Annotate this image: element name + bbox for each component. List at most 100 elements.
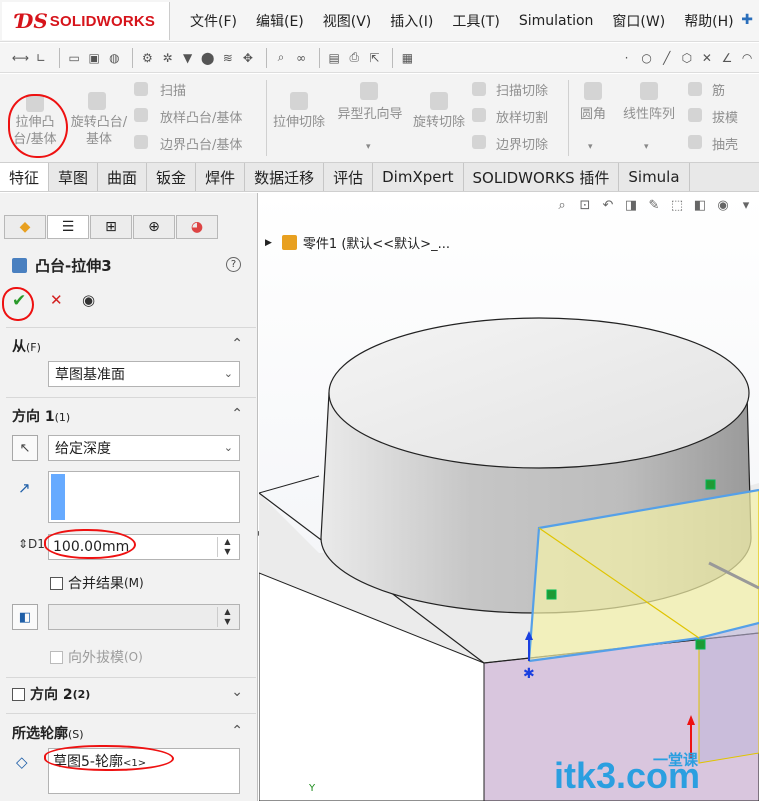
polygon-icon[interactable]: ⬡	[679, 49, 695, 66]
chevron-up-icon[interactable]: ⌃	[231, 336, 243, 352]
funnel-icon[interactable]: ▼	[180, 49, 196, 66]
menu-edit[interactable]: 编辑(E)	[256, 11, 304, 31]
reverse-direction-button[interactable]: ↖	[12, 435, 38, 461]
draft-button[interactable]: 拔模	[712, 107, 738, 126]
solidworks-logo[interactable]: ƊS SOLIDWORKS	[2, 2, 170, 40]
dynamic-annotation-icon[interactable]: ✎	[644, 198, 664, 216]
tab-sheet-metal[interactable]: 钣金	[147, 163, 197, 191]
eye-icon[interactable]: ◉	[82, 291, 95, 309]
tab-simulation[interactable]: Simula	[619, 163, 690, 191]
selected-contours-header[interactable]: 所选轮廓(S)	[12, 723, 84, 743]
chevron-down-icon[interactable]: ▾	[588, 142, 593, 152]
view-orientation-icon[interactable]: ⬚	[667, 198, 687, 216]
tab-surfaces[interactable]: 曲面	[98, 163, 148, 191]
property-manager-tab[interactable]: ☰	[47, 215, 89, 239]
chevron-up-icon[interactable]: ⌃	[231, 723, 243, 739]
sweep-cut-button[interactable]: 扫描切除	[496, 80, 548, 99]
menu-window[interactable]: 窗口(W)	[612, 11, 665, 31]
menu-simulation[interactable]: Simulation	[519, 13, 594, 29]
extrude-cut-button[interactable]: 拉伸切除	[272, 114, 326, 131]
weld-icon[interactable]: ✥	[240, 49, 256, 66]
model-viewport[interactable]: ✱ Y	[259, 193, 759, 801]
spinner-arrows[interactable]: ▲ ▼	[217, 537, 237, 557]
assembly-icon[interactable]: ▣	[86, 49, 102, 66]
from-section-header[interactable]: 从(F)	[12, 336, 41, 356]
trim-icon[interactable]: ✕	[699, 49, 715, 66]
cog-icon[interactable]: ✲	[159, 49, 175, 66]
expand-arrow-icon[interactable]: ▶	[265, 238, 272, 248]
draft-toggle-button[interactable]: ◧	[12, 604, 38, 630]
linear-pattern-button[interactable]: 线性阵列	[614, 106, 684, 123]
chevron-down-icon[interactable]: ▾	[644, 142, 649, 152]
monitor-icon[interactable]: ▭	[66, 49, 82, 66]
binoculars-icon[interactable]: ∞	[293, 49, 309, 66]
revolve-cut-button[interactable]: 旋转切除	[412, 114, 466, 131]
section-view-icon[interactable]: ◨	[621, 198, 641, 216]
arc-icon[interactable]: ◠	[739, 49, 755, 66]
end-condition-select[interactable]: 给定深度 ⌄	[48, 435, 240, 461]
angle-icon[interactable]: ∠	[719, 49, 735, 66]
spring-icon[interactable]: ≋	[220, 49, 236, 66]
print-icon[interactable]: ⎙	[346, 49, 362, 66]
feature-manager-tab[interactable]: ◆	[4, 215, 46, 239]
menu-view[interactable]: 视图(V)	[323, 11, 372, 31]
direction-reference-list[interactable]	[48, 471, 240, 523]
circle-icon[interactable]: ○	[639, 49, 655, 66]
boundary-cut-button[interactable]: 边界切除	[496, 134, 548, 153]
chevron-up-icon[interactable]: ⌃	[231, 406, 243, 422]
calculator-icon[interactable]: ▦	[399, 49, 415, 66]
draft-outward-checkbox[interactable]: 向外拔模 (O)	[50, 647, 143, 667]
menu-file[interactable]: 文件(F)	[190, 11, 237, 31]
chevron-down-icon[interactable]: ▾	[366, 142, 371, 152]
zoom-area-icon[interactable]: ⊡	[575, 198, 595, 216]
configuration-manager-tab[interactable]: ⊞	[90, 215, 132, 239]
tab-addins[interactable]: SOLIDWORKS 插件	[464, 163, 620, 191]
previous-view-icon[interactable]: ↶	[598, 198, 618, 216]
search-icon[interactable]: ⌕	[273, 49, 289, 66]
tab-evaluate[interactable]: 评估	[324, 163, 374, 191]
tab-features[interactable]: 特征	[0, 163, 50, 191]
line-icon[interactable]: ╱	[659, 49, 675, 66]
cancel-x-icon[interactable]: ✕	[50, 291, 63, 309]
hole-wizard-button[interactable]: 异型孔向导	[330, 106, 410, 123]
spinner-arrows[interactable]: ▲ ▼	[217, 607, 237, 627]
sketch-icon[interactable]: ∟	[33, 49, 49, 66]
pin-icon[interactable]: ✚	[741, 12, 753, 28]
point-icon[interactable]: ·	[618, 49, 634, 66]
tab-sketch[interactable]: 草图	[49, 163, 99, 191]
direction1-section-header[interactable]: 方向 1(1)	[12, 406, 70, 426]
menu-help[interactable]: 帮助(H)	[684, 11, 733, 31]
tab-dimxpert[interactable]: DimXpert	[373, 163, 464, 191]
menu-tools[interactable]: 工具(T)	[452, 11, 499, 31]
help-icon[interactable]: ?	[226, 257, 241, 272]
display-manager-tab[interactable]: ◕	[176, 215, 218, 239]
chevron-down-icon[interactable]: ▾	[736, 198, 756, 216]
fillet-button[interactable]: 圆角	[574, 106, 612, 123]
from-select[interactable]: 草图基准面 ⌄	[48, 361, 240, 387]
gear-icon[interactable]: ⚙	[139, 49, 155, 66]
graphics-area[interactable]: ✱ Y ⌕ ⊡ ↶ ◨ ✎ ⬚ ◧ ◉ ▾ ▶ 零件1 (默认<<默认>_...…	[259, 193, 759, 801]
hide-show-icon[interactable]: ◉	[713, 198, 733, 216]
location-icon[interactable]: ⬤	[200, 49, 216, 66]
display-style-icon[interactable]: ◧	[690, 198, 710, 216]
revolve-boss-button[interactable]: 旋转凸台/基体	[70, 114, 128, 148]
boundary-boss-button[interactable]: 边界凸台/基体	[160, 134, 242, 153]
menu-insert[interactable]: 插入(I)	[390, 11, 433, 31]
sweep-button[interactable]: 扫描	[160, 80, 186, 99]
shell-button[interactable]: 抽壳	[712, 134, 738, 153]
export-icon[interactable]: ⇱	[366, 49, 382, 66]
globe-icon[interactable]: ◍	[106, 49, 122, 66]
direction2-checkbox[interactable]: 方向 2 (2)	[12, 684, 90, 704]
tab-weldments[interactable]: 焊件	[196, 163, 246, 191]
merge-result-checkbox[interactable]: 合并结果 (M)	[50, 573, 144, 593]
loft-boss-button[interactable]: 放样凸台/基体	[160, 107, 242, 126]
rib-button[interactable]: 筋	[712, 80, 725, 99]
tab-data-migration[interactable]: 数据迁移	[245, 163, 325, 191]
zoom-to-fit-icon[interactable]: ⌕	[552, 198, 572, 216]
feature-tree-flyout[interactable]: ▶ 零件1 (默认<<默认>_...	[265, 233, 450, 252]
dimxpert-manager-tab[interactable]: ⊕	[133, 215, 175, 239]
report-icon[interactable]: ▤	[326, 49, 342, 66]
dimension-icon[interactable]: ⟷	[12, 49, 29, 66]
loft-cut-button[interactable]: 放样切割	[496, 107, 548, 126]
draft-angle-input[interactable]: ▲ ▼	[48, 604, 240, 630]
